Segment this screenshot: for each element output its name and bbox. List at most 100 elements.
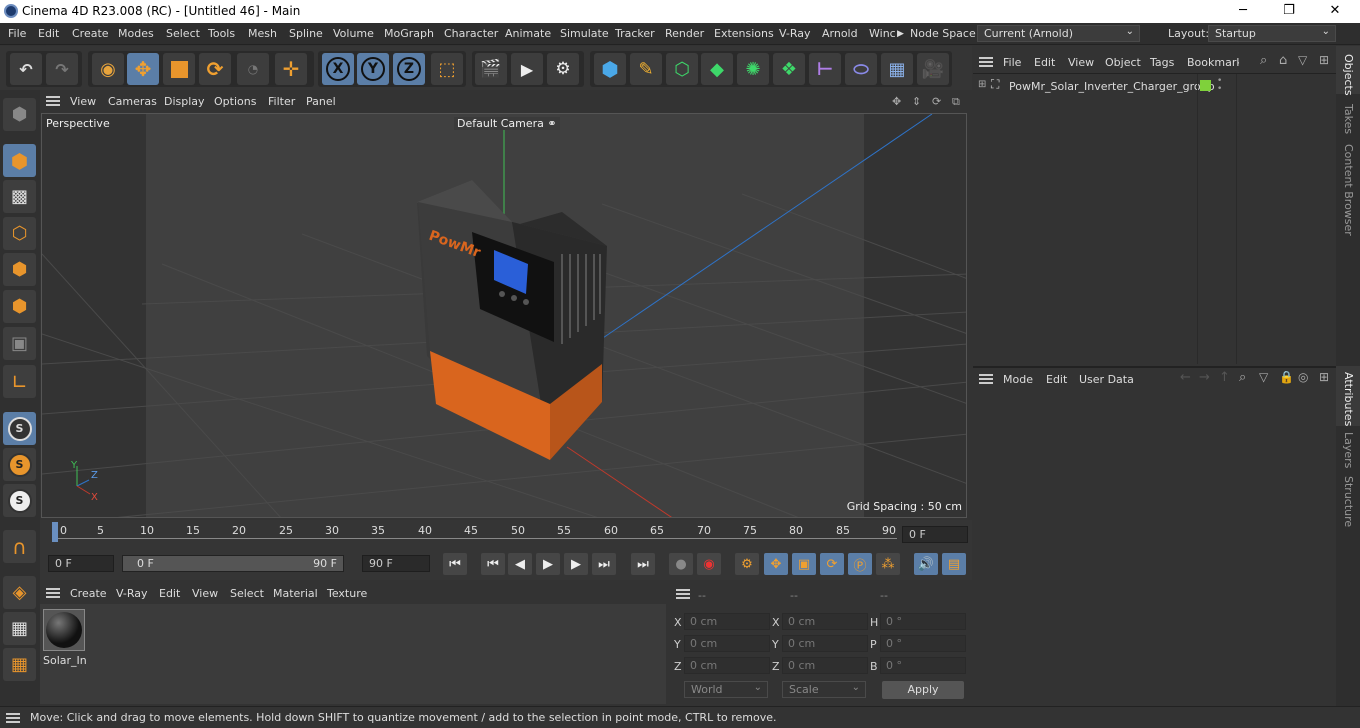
x-axis-lock-icon[interactable]: X	[322, 53, 354, 85]
scale-tool-icon[interactable]	[163, 53, 195, 85]
viewport-scene[interactable]: PowMr Y Z X	[42, 114, 967, 518]
render-view-icon[interactable]: 🎬	[475, 53, 507, 85]
undo-icon[interactable]: ↶	[10, 53, 42, 85]
rotate-tool-icon[interactable]: ⟳	[199, 53, 231, 85]
key-scale-icon[interactable]: ▣	[792, 553, 816, 575]
object-menu-object[interactable]: Object	[1105, 56, 1141, 69]
camera-icon[interactable]: 🎥	[917, 53, 949, 85]
attr-up-icon[interactable]: ↑	[1219, 370, 1230, 385]
viewport-menu-options[interactable]: Options	[214, 95, 256, 108]
axis-mode-icon[interactable]: ∟	[3, 365, 36, 398]
menu-animate[interactable]: Animate	[505, 27, 551, 40]
texture-mode-icon[interactable]: ▩	[3, 180, 36, 213]
object-menu-edit[interactable]: Edit	[1034, 56, 1055, 69]
key-parameter-icon[interactable]: Ⓟ	[848, 553, 872, 575]
position-z-field[interactable]: 0 cm	[684, 657, 770, 674]
material-name[interactable]: Solar_Inv	[43, 654, 87, 667]
object-filter-icon[interactable]: ▽	[1298, 53, 1307, 67]
viewport-menu-icon[interactable]	[46, 96, 60, 106]
start-frame-field[interactable]: 0 F	[48, 555, 114, 572]
sound-icon[interactable]: 🔊	[914, 553, 938, 575]
menu-mesh[interactable]: Mesh	[248, 27, 277, 40]
tab-layers[interactable]: Layers	[1342, 432, 1355, 468]
previous-key-icon[interactable]: ⏮	[481, 553, 505, 575]
attribute-menu-icon[interactable]	[979, 374, 993, 384]
viewport-pan-icon[interactable]: ✥	[892, 95, 901, 108]
y-axis-lock-icon[interactable]: Y	[357, 53, 389, 85]
node-space-dropdown[interactable]: Current (Arnold)	[977, 24, 1140, 42]
scale-dropdown[interactable]: Scale	[782, 680, 866, 698]
object-menu-icon[interactable]	[979, 57, 993, 67]
make-editable-icon[interactable]: ⬢	[3, 98, 36, 131]
select-tool-icon[interactable]: ◉	[92, 53, 124, 85]
snap-settings-icon[interactable]: S	[3, 448, 36, 481]
rotation-p-field[interactable]: 0 °	[880, 635, 966, 652]
render-picture-viewer-icon[interactable]: ▶	[511, 53, 543, 85]
layer-color-tag[interactable]	[1200, 80, 1211, 91]
world-coordinate-icon[interactable]: ⬚	[431, 53, 463, 85]
position-y-field[interactable]: 0 cm	[684, 635, 770, 652]
viewport-menu-filter[interactable]: Filter	[268, 95, 295, 108]
menu-window[interactable]: Winc	[869, 27, 896, 40]
pen-spline-icon[interactable]: ✎	[630, 53, 662, 85]
3d-viewport[interactable]: PowMr Y Z X Perspective Default Camera ⚭…	[41, 113, 967, 518]
menu-edit[interactable]: Edit	[38, 27, 59, 40]
menu-select[interactable]: Select	[166, 27, 200, 40]
attr-back-icon[interactable]: ←	[1180, 370, 1191, 385]
keyframe-selection-icon[interactable]: ⚙	[735, 553, 759, 575]
object-home-icon[interactable]: ⌂	[1279, 53, 1287, 68]
magnet-icon[interactable]: ∩	[3, 530, 36, 563]
frame-range-slider[interactable]: 0 F 90 F	[122, 555, 344, 572]
material-menu-edit[interactable]: Edit	[159, 587, 180, 600]
auto-key-icon[interactable]: ◉	[697, 553, 721, 575]
next-frame-icon[interactable]: ▶	[564, 553, 588, 575]
tab-objects[interactable]: Objects	[1342, 54, 1355, 96]
menu-spline[interactable]: Spline	[289, 27, 323, 40]
menu-arnold[interactable]: Arnold	[822, 27, 858, 40]
material-menu-material[interactable]: Material	[273, 587, 318, 600]
viewport-menu-view[interactable]: View	[70, 95, 96, 108]
recent-tool-icon[interactable]: ◔	[237, 53, 269, 85]
field-icon[interactable]: ⬭	[845, 53, 877, 85]
menu-file[interactable]: File	[8, 27, 26, 40]
object-new-panel-icon[interactable]: ⊞	[1319, 53, 1329, 67]
object-name[interactable]: PowMr_Solar_Inverter_Charger_group	[1009, 80, 1215, 93]
menu-extensions[interactable]: Extensions	[714, 27, 774, 40]
array-icon[interactable]: ❖	[773, 53, 805, 85]
menu-tracker[interactable]: Tracker	[615, 27, 655, 40]
material-menu-view[interactable]: View	[192, 587, 218, 600]
timeline-ruler[interactable]: 0 5 10 15 20 25 30 35 40 45 50 55 60 65 …	[40, 520, 972, 548]
tab-content-browser[interactable]: Content Browser	[1342, 144, 1355, 236]
attr-lock-icon[interactable]: 🔒	[1279, 370, 1294, 384]
viewport-dolly-icon[interactable]: ⇕	[912, 95, 921, 108]
attr-forward-icon[interactable]: →	[1199, 370, 1210, 385]
menu-render[interactable]: Render	[665, 27, 704, 40]
extrude-icon[interactable]: ◆	[701, 53, 733, 85]
position-x-field[interactable]: 0 cm	[684, 613, 770, 630]
cloner-icon[interactable]: ✺	[737, 53, 769, 85]
viewport-menu-cameras[interactable]: Cameras	[108, 95, 157, 108]
layout-dropdown[interactable]: Startup	[1208, 24, 1336, 42]
viewport-menu-display[interactable]: Display	[164, 95, 205, 108]
viewport-rotate-icon[interactable]: ⟳	[932, 95, 941, 108]
cube-object-icon[interactable]: ⬢	[594, 53, 626, 85]
attr-target-icon[interactable]: ◎	[1298, 370, 1308, 384]
menu-tools[interactable]: Tools	[208, 27, 235, 40]
floor-icon[interactable]: ▦	[881, 53, 913, 85]
menu-mograph[interactable]: MoGraph	[384, 27, 434, 40]
deformer-icon[interactable]: ⊢	[809, 53, 841, 85]
visibility-dots-icon[interactable]: • •	[1217, 77, 1222, 94]
edge-mode-icon[interactable]: ⬢	[3, 253, 36, 286]
model-mode-icon[interactable]: ⬢	[3, 144, 36, 177]
maximize-button[interactable]: ❐	[1266, 0, 1312, 23]
object-row[interactable]: ⊞ ⛶ PowMr_Solar_Inverter_Charger_group •…	[973, 76, 1336, 96]
key-rotation-icon[interactable]: ⟳	[820, 553, 844, 575]
viewport-menu-panel[interactable]: Panel	[306, 95, 336, 108]
attribute-menu-edit[interactable]: Edit	[1046, 373, 1067, 386]
material-menu-icon[interactable]	[46, 588, 60, 598]
playhead[interactable]	[52, 522, 58, 542]
key-position-icon[interactable]: ✥	[764, 553, 788, 575]
coordinates-menu-icon[interactable]	[676, 589, 690, 599]
material-menu-vray[interactable]: V-Ray	[116, 587, 148, 600]
quantize-icon[interactable]: S	[3, 484, 36, 517]
